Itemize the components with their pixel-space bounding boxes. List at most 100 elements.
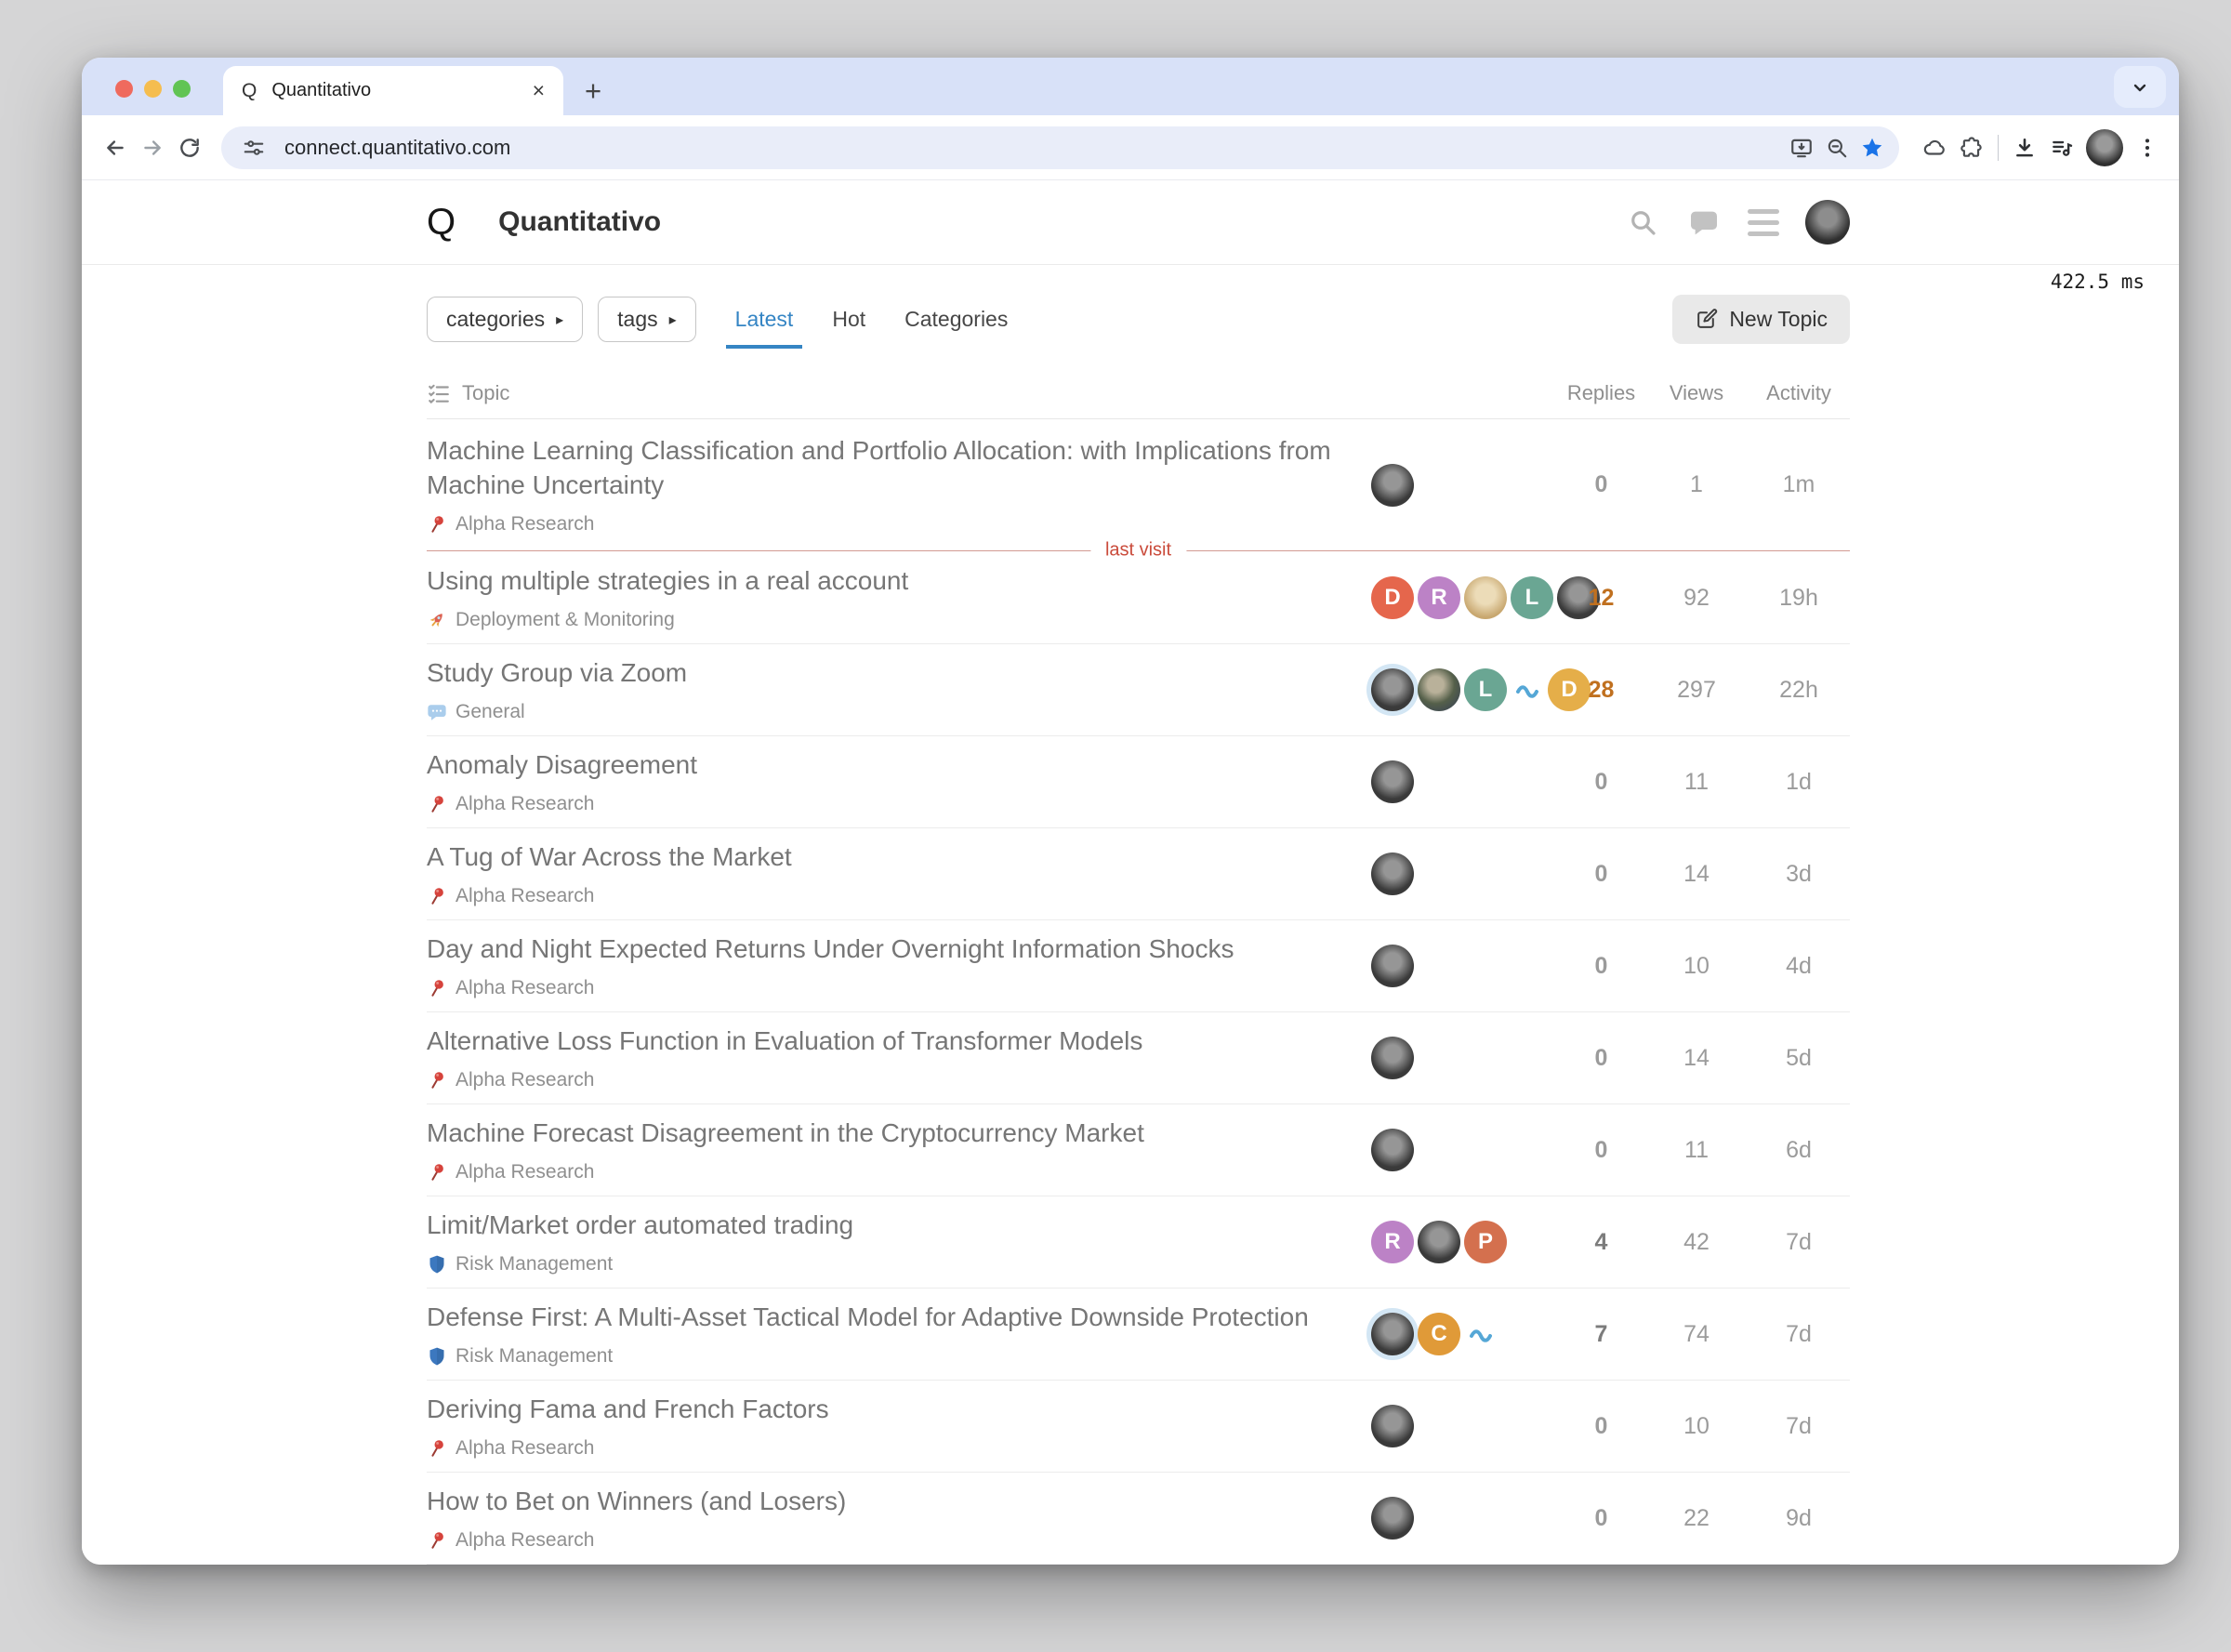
pin-category-icon — [427, 886, 447, 906]
topic-title-link[interactable]: A Tug of War Across the Market — [427, 840, 1371, 875]
replies-count: 0 — [1557, 861, 1645, 888]
close-window-button[interactable] — [115, 80, 133, 98]
tab-close-icon[interactable]: × — [533, 80, 545, 101]
bookmark-star-icon[interactable] — [1855, 129, 1890, 166]
forward-button[interactable] — [134, 129, 171, 166]
poster-avatar-photo[interactable] — [1371, 1497, 1414, 1540]
category-badge[interactable]: Risk Management — [427, 1345, 1371, 1368]
poster-avatar-wave[interactable] — [1464, 1317, 1498, 1351]
browser-tab[interactable]: Q Quantitativo × — [223, 66, 563, 115]
caret-right-icon: ▸ — [556, 311, 563, 329]
browser-profile-avatar[interactable] — [2086, 129, 2123, 166]
install-app-icon[interactable] — [1784, 129, 1819, 166]
browser-menu-kebab-icon[interactable] — [2129, 129, 2166, 166]
poster-avatar-letter[interactable]: C — [1418, 1313, 1460, 1355]
media-controls-icon[interactable] — [2043, 129, 2080, 166]
category-badge[interactable]: Alpha Research — [427, 513, 1371, 535]
tab-hot[interactable]: Hot — [817, 297, 880, 341]
poster-avatar-photo[interactable] — [1371, 945, 1414, 987]
address-bar[interactable]: connect.quantitativo.com — [221, 126, 1899, 169]
cloud-icon[interactable] — [1916, 129, 1953, 166]
site-title[interactable]: Quantitativo — [498, 206, 661, 238]
topic-title-link[interactable]: Using multiple strategies in a real acco… — [427, 564, 1371, 599]
views-count: 74 — [1645, 1321, 1748, 1348]
user-avatar[interactable] — [1805, 200, 1850, 244]
tags-dropdown[interactable]: tags ▸ — [598, 297, 696, 342]
downloads-icon[interactable] — [2006, 129, 2043, 166]
column-topic[interactable]: Topic — [462, 381, 509, 405]
poster-avatar-letter[interactable]: L — [1511, 576, 1553, 619]
refresh-button[interactable] — [171, 129, 208, 166]
topic-title-link[interactable]: Deriving Fama and French Factors — [427, 1393, 1371, 1427]
column-views[interactable]: Views — [1645, 381, 1748, 405]
category-badge[interactable]: Alpha Research — [427, 793, 1371, 815]
new-tab-button[interactable]: + — [573, 71, 614, 112]
topic-title-link[interactable]: Limit/Market order automated trading — [427, 1209, 1371, 1243]
topic-title-link[interactable]: Alternative Loss Function in Evaluation … — [427, 1024, 1371, 1059]
poster-avatar-photo[interactable] — [1371, 1129, 1414, 1171]
poster-avatar-photo[interactable] — [1371, 1313, 1414, 1355]
category-badge[interactable]: Risk Management — [427, 1253, 1371, 1275]
chat-icon[interactable] — [1686, 205, 1722, 240]
poster-avatar-photo[interactable] — [1371, 1405, 1414, 1447]
back-button[interactable] — [97, 129, 134, 166]
fullscreen-window-button[interactable] — [173, 80, 191, 98]
views-count: 1 — [1645, 471, 1748, 498]
tab-search-chevron-button[interactable] — [2114, 66, 2166, 108]
zoom-out-icon[interactable] — [1819, 129, 1855, 166]
category-badge[interactable]: Deployment & Monitoring — [427, 609, 1371, 631]
poster-avatar-photo[interactable] — [1464, 576, 1507, 619]
minimize-window-button[interactable] — [144, 80, 162, 98]
poster-avatar-letter[interactable]: L — [1464, 668, 1507, 711]
categories-dropdown[interactable]: categories ▸ — [427, 297, 583, 342]
browser-toolbar: connect.quantitativo.com — [82, 115, 2179, 180]
posters — [1371, 1497, 1557, 1540]
category-badge[interactable]: Alpha Research — [427, 1437, 1371, 1460]
topic-row: Defense First: A Multi-Asset Tactical Mo… — [427, 1289, 1850, 1381]
list-filter-icon[interactable] — [427, 381, 451, 405]
poster-avatar-letter[interactable]: D — [1371, 576, 1414, 619]
topic-title-link[interactable]: Anomaly Disagreement — [427, 748, 1371, 783]
posters: C — [1371, 1313, 1557, 1355]
site-logo[interactable]: Q — [427, 202, 455, 244]
url-text[interactable]: connect.quantitativo.com — [284, 136, 510, 160]
category-badge[interactable]: General — [427, 701, 1371, 723]
category-badge[interactable]: Alpha Research — [427, 977, 1371, 999]
topic-title-link[interactable]: How to Bet on Winners (and Losers) — [427, 1485, 1371, 1519]
replies-count: 4 — [1557, 1229, 1645, 1256]
topic-title-link[interactable]: Machine Forecast Disagreement in the Cry… — [427, 1117, 1371, 1151]
tab-latest[interactable]: Latest — [720, 297, 809, 341]
posters: LD — [1371, 668, 1557, 711]
site-settings-icon[interactable] — [236, 129, 271, 166]
extensions-icon[interactable] — [1953, 129, 1990, 166]
poster-avatar-wave[interactable] — [1511, 673, 1544, 707]
posters — [1371, 1405, 1557, 1447]
poster-avatar-photo[interactable] — [1371, 852, 1414, 895]
poster-avatar-photo[interactable] — [1418, 668, 1460, 711]
poster-avatar-photo[interactable] — [1371, 464, 1414, 507]
topic-title-link[interactable]: Day and Night Expected Returns Under Ove… — [427, 932, 1371, 967]
poster-avatar-letter[interactable]: P — [1464, 1221, 1507, 1263]
topic-title-link[interactable]: Machine Learning Classification and Port… — [427, 434, 1371, 503]
poster-avatar-photo[interactable] — [1371, 760, 1414, 803]
column-replies[interactable]: Replies — [1557, 381, 1645, 405]
poster-avatar-photo[interactable] — [1371, 1037, 1414, 1079]
category-badge[interactable]: Alpha Research — [427, 885, 1371, 907]
activity-age: 1m — [1748, 471, 1850, 498]
topic-title-link[interactable]: Study Group via Zoom — [427, 656, 1371, 691]
poster-avatar-photo[interactable] — [1371, 668, 1414, 711]
category-badge[interactable]: Alpha Research — [427, 1069, 1371, 1091]
new-topic-button[interactable]: New Topic — [1672, 295, 1850, 344]
category-name: Risk Management — [455, 1253, 613, 1275]
poster-avatar-photo[interactable] — [1418, 1221, 1460, 1263]
tab-categories[interactable]: Categories — [890, 297, 1023, 341]
search-icon[interactable] — [1625, 205, 1660, 240]
category-badge[interactable]: Alpha Research — [427, 1529, 1371, 1552]
poster-avatar-letter[interactable]: R — [1371, 1221, 1414, 1263]
column-activity[interactable]: Activity — [1748, 381, 1850, 405]
poster-avatar-letter[interactable]: R — [1418, 576, 1460, 619]
topic-title-link[interactable]: Defense First: A Multi-Asset Tactical Mo… — [427, 1301, 1371, 1335]
hamburger-menu-icon[interactable] — [1748, 209, 1779, 236]
activity-age: 22h — [1748, 677, 1850, 704]
category-badge[interactable]: Alpha Research — [427, 1161, 1371, 1183]
